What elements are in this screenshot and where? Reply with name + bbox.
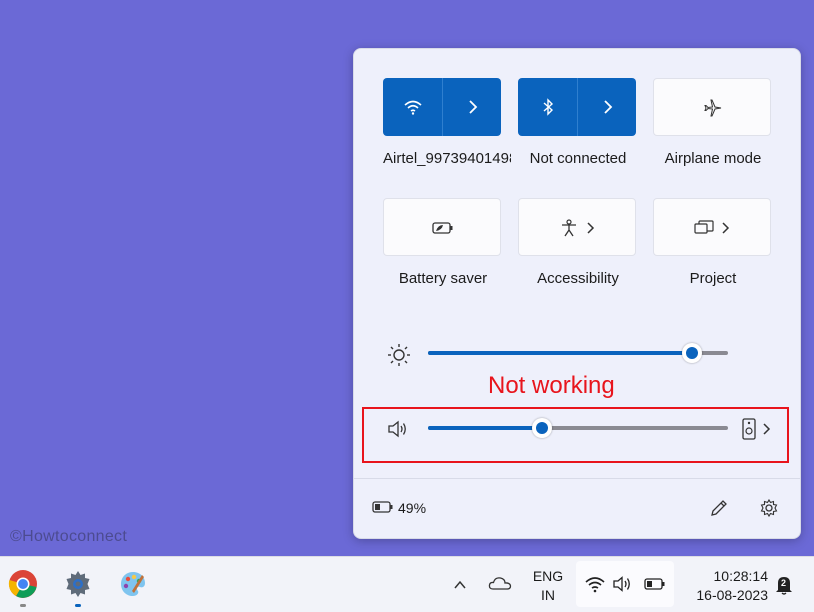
- volume-slider-fill: [428, 426, 542, 430]
- airplane-icon: [701, 96, 725, 120]
- battery-icon[interactable]: [372, 500, 394, 514]
- onedrive-icon[interactable]: [488, 574, 512, 594]
- battery-percent[interactable]: 49%: [398, 500, 426, 516]
- language-line2: IN: [541, 587, 555, 603]
- wifi-icon[interactable]: [401, 95, 425, 119]
- speaker-device-icon[interactable]: [741, 417, 757, 441]
- wifi-tile[interactable]: [383, 78, 501, 136]
- bluetooth-icon[interactable]: [536, 95, 560, 119]
- brightness-slider-thumb[interactable]: [682, 343, 702, 363]
- bluetooth-tile[interactable]: [518, 78, 636, 136]
- brightness-slider-fill: [428, 351, 692, 355]
- accessibility-tile-label: Accessibility: [537, 270, 619, 287]
- accessibility-icon: [557, 216, 581, 240]
- chevron-right-icon[interactable]: [596, 95, 620, 119]
- panel-footer-divider: [353, 478, 801, 479]
- volume-slider-thumb[interactable]: [532, 418, 552, 438]
- gear-icon[interactable]: [759, 498, 779, 518]
- bluetooth-tile-label: Not connected: [529, 150, 627, 167]
- watermark: ©Howtoconnect: [10, 528, 128, 545]
- notification-count: 2: [781, 578, 787, 588]
- project-icon: [692, 216, 716, 240]
- project-tile[interactable]: [653, 198, 771, 256]
- battery-saver-icon: [431, 216, 455, 240]
- pencil-icon[interactable]: [709, 498, 729, 518]
- chevron-right-icon: [583, 216, 599, 240]
- wifi-tile-label: Airtel_99739401498: [383, 150, 511, 167]
- battery-tray-icon: [644, 577, 666, 591]
- annotation-not-working: Not working: [488, 372, 615, 399]
- speaker-icon[interactable]: [386, 418, 410, 440]
- sun-icon: [386, 342, 412, 368]
- wifi-tray-icon: [584, 575, 606, 593]
- language-indicator[interactable]: ENG IN: [530, 567, 566, 605]
- chevron-right-icon[interactable]: [461, 95, 485, 119]
- project-tile-label: Project: [689, 270, 737, 287]
- brightness-slider[interactable]: [428, 343, 728, 363]
- clock[interactable]: 10:28:14 16-08-2023: [680, 567, 768, 605]
- notification-bell-icon[interactable]: 2: [774, 574, 794, 596]
- settings-app-icon[interactable]: [62, 568, 94, 600]
- chevron-up-icon[interactable]: [452, 577, 468, 593]
- clock-date: 16-08-2023: [696, 587, 768, 603]
- chevron-right-icon[interactable]: [763, 422, 773, 436]
- language-line1: ENG: [532, 568, 564, 584]
- chevron-right-icon: [718, 216, 734, 240]
- volume-slider[interactable]: [428, 418, 728, 438]
- volume-tray-icon: [612, 575, 634, 593]
- clock-time: 10:28:14: [713, 568, 769, 584]
- battery-saver-tile-label: Battery saver: [398, 270, 488, 287]
- airplane-tile[interactable]: [653, 78, 771, 136]
- chrome-icon[interactable]: [7, 568, 39, 600]
- battery-saver-tile[interactable]: [383, 198, 501, 256]
- paint-icon[interactable]: [117, 568, 149, 600]
- accessibility-tile[interactable]: [518, 198, 636, 256]
- airplane-tile-label: Airplane mode: [664, 150, 762, 167]
